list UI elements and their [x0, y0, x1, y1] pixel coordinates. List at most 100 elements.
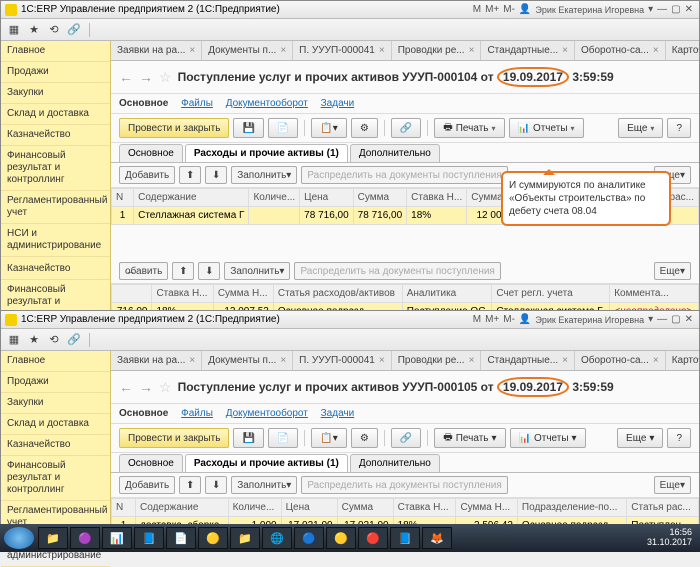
reports-btn[interactable]: 📊 Отчеты ▾: [509, 118, 584, 138]
max-btn[interactable]: ▢: [671, 4, 680, 15]
subtabs: Основное Расходы и прочие активы (1) Доп…: [111, 143, 699, 163]
tray-clock[interactable]: 16:56 31.10.2017: [647, 528, 696, 548]
mm-mp[interactable]: M+: [485, 4, 499, 15]
tb-app[interactable]: 🟡: [326, 527, 356, 549]
tab-3[interactable]: Проводки ре...×: [392, 41, 482, 61]
nav-treasury2[interactable]: Казначейство: [1, 259, 110, 280]
grid-toolbar-mid: о̶бавить ⬆ ⬇ Заполнить ▾ Распределить на…: [111, 259, 699, 284]
fill2[interactable]: Заполнить ▾: [224, 262, 290, 280]
tb-app[interactable]: 🔴: [358, 527, 388, 549]
tb-app[interactable]: 🔵: [294, 527, 324, 549]
app-title-b: 1С:ERP Управление предприятием 2 (1С:Пре…: [21, 314, 280, 325]
nav-treasury[interactable]: Казначейство: [1, 125, 110, 146]
main-toolbar: ▦ ★ ⟲ 🔗: [1, 19, 699, 41]
post-close-btn[interactable]: Провести и закрыть: [119, 118, 229, 138]
misc3-btn[interactable]: 🔗: [391, 118, 421, 138]
tab-4[interactable]: Стандартные...×: [481, 41, 575, 61]
tb-app[interactable]: 🟡: [198, 527, 228, 549]
grid-mid[interactable]: Ставка Н...Сумма Н... Статья расходов/ак…: [111, 284, 699, 311]
more-btn[interactable]: Еще ▾: [618, 118, 663, 138]
nav-finresult[interactable]: Финансовый результат и контроллинг: [1, 146, 110, 191]
doc-header: ← → ☆ Поступление услуг и прочих активов…: [111, 61, 699, 94]
add-row-btn2[interactable]: о̶бавить: [119, 262, 168, 280]
sidebar-b: Главное Продажи Закупки Склад и доставка…: [1, 351, 111, 527]
doc-tabs: Заявки на ра...× Документы п...× П. УУУП…: [111, 41, 699, 61]
subtab-expenses[interactable]: Расходы и прочие активы (1): [185, 144, 348, 162]
lnk-tasks[interactable]: Задачи: [321, 98, 355, 109]
app-icon-b: [5, 314, 17, 326]
annotation-callout: И суммируются по аналитике «Объекты стро…: [501, 171, 671, 226]
app-icon: [5, 4, 17, 16]
titlebar-b: 1С:ERP Управление предприятием 2 (1С:Пре…: [1, 311, 699, 329]
fwd-icon[interactable]: →: [139, 69, 153, 85]
nav-main[interactable]: Главное: [1, 41, 110, 62]
tab-1[interactable]: Документы п...×: [202, 41, 293, 61]
up2[interactable]: ⬆: [172, 262, 194, 280]
app-title: 1С:ERP Управление предприятием 2 (1С:Пре…: [21, 4, 280, 15]
distribute2[interactable]: Распределить на документы поступления: [294, 262, 500, 280]
save-btn[interactable]: 💾: [233, 118, 263, 138]
post-btn[interactable]: 📄: [268, 118, 298, 138]
grid-icon[interactable]: ▦: [5, 22, 23, 38]
misc1-btn[interactable]: 📋▾: [311, 118, 346, 138]
doc-title-b: Поступление услуг и прочих активов УУУП-…: [178, 377, 614, 397]
print-btn[interactable]: 🖶 Печать ▾: [434, 118, 504, 138]
start-button[interactable]: [4, 527, 34, 549]
nav-sales[interactable]: Продажи: [1, 62, 110, 83]
history-icon[interactable]: ⟲: [45, 22, 63, 38]
tb-app[interactable]: 📁: [230, 527, 260, 549]
tb-app[interactable]: 📁: [38, 527, 68, 549]
min-btn[interactable]: —: [657, 4, 667, 15]
down-btn[interactable]: ⬇: [205, 166, 227, 184]
tb-app[interactable]: 📘: [390, 527, 420, 549]
tab-2[interactable]: П. УУУП-000041×: [293, 41, 392, 61]
tb-app[interactable]: 🌐: [262, 527, 292, 549]
sidebar: Главное Продажи Закупки Склад и доставка…: [1, 41, 111, 259]
up-btn[interactable]: ⬆: [179, 166, 201, 184]
more2[interactable]: Еще ▾: [654, 262, 691, 280]
star-icon[interactable]: ★: [25, 22, 43, 38]
doc-tabs-b: Заявки на ра...× Документы п...× П. УУУП…: [111, 351, 699, 371]
back-icon[interactable]: ←: [119, 69, 133, 85]
tb-app[interactable]: 🦊: [422, 527, 452, 549]
main-toolbar-b: ▦ ★ ⟲ 🔗: [1, 329, 699, 351]
fav-icon[interactable]: ☆: [159, 69, 172, 86]
taskbar: 📁 🟣 📊 📘 📄 🟡 📁 🌐 🔵 🟡 🔴 📘 🦊 16:56 31.10.20…: [0, 524, 700, 552]
distribute-btn[interactable]: Распределить на документы поступления: [301, 166, 507, 184]
grid-b[interactable]: NСодержаниеКоличе... ЦенаСуммаСтавка Н..…: [111, 498, 699, 527]
tb-app[interactable]: 📄: [166, 527, 196, 549]
tb-app[interactable]: 📊: [102, 527, 132, 549]
subtab-extra[interactable]: Дополнительно: [350, 144, 440, 162]
add-row-btn[interactable]: Добавить: [119, 166, 175, 184]
mm-m[interactable]: M: [473, 4, 481, 15]
doc-date: 19.09.2017: [497, 67, 569, 87]
nav-regulated[interactable]: Регламентированный учет: [1, 191, 110, 224]
close-btn[interactable]: ✕: [685, 4, 693, 15]
tb-app[interactable]: 🟣: [70, 527, 100, 549]
lnk-main[interactable]: Основное: [119, 98, 168, 109]
doc-title: Поступление услуг и прочих активов УУУП-…: [178, 67, 614, 87]
tab-0[interactable]: Заявки на ра...×: [111, 41, 202, 61]
tab-6[interactable]: Карточка сче...×: [666, 41, 699, 61]
dd-icon[interactable]: ▾: [648, 4, 653, 15]
tb-app[interactable]: 📘: [134, 527, 164, 549]
misc2-btn[interactable]: ⚙: [351, 118, 378, 138]
mm-mm[interactable]: M-: [503, 4, 515, 15]
down2[interactable]: ⬇: [198, 262, 220, 280]
lnk-workflow[interactable]: Документооборот: [226, 98, 308, 109]
nav-nsi[interactable]: НСИ и администрирование: [1, 224, 110, 257]
link-row: Основное Файлы Документооборот Задачи: [111, 94, 699, 114]
nav-purchases[interactable]: Закупки: [1, 83, 110, 104]
user-icon: 👤: [519, 4, 531, 15]
fill-btn[interactable]: Заполнить ▾: [231, 166, 297, 184]
sidebar-mid: Казначейство Финансовый результат и конт…: [1, 259, 111, 311]
user-name: Эрик Екатерина Игоревна: [535, 5, 644, 15]
subtab-main[interactable]: Основное: [119, 144, 183, 162]
help-btn[interactable]: ?: [667, 118, 691, 138]
action-row: Провести и закрыть 💾 📄 📋▾ ⚙ 🔗 🖶 Печать ▾…: [111, 114, 699, 143]
nav-warehouse[interactable]: Склад и доставка: [1, 104, 110, 125]
tab-5[interactable]: Оборотно-са...×: [575, 41, 666, 61]
link-icon[interactable]: 🔗: [65, 22, 83, 38]
titlebar-top: 1С:ERP Управление предприятием 2 (1С:Пре…: [1, 1, 699, 19]
lnk-files[interactable]: Файлы: [181, 98, 213, 109]
